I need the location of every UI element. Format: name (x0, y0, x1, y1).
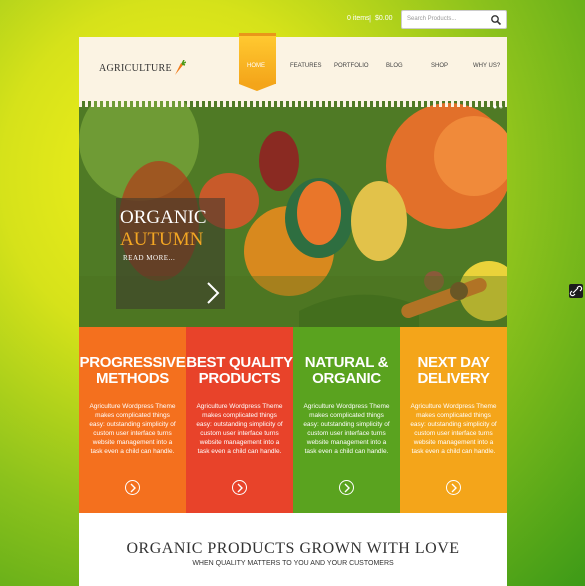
header: AGRICULTURE HOME FEATURES PORTFOLIO BLOG… (79, 33, 507, 101)
site-container: AGRICULTURE HOME FEATURES PORTFOLIO BLOG… (79, 33, 507, 586)
nav-portfolio[interactable]: PORTFOLIO (334, 63, 369, 69)
nav-active-indicator (239, 33, 276, 91)
cart-total[interactable]: $0.00 (375, 15, 393, 22)
feature-text: Agriculture Wordpress Theme makes compli… (410, 403, 497, 455)
read-more-link[interactable]: READ MORE... (123, 254, 175, 262)
carrot-icon (175, 60, 186, 75)
feature-more-button[interactable] (232, 480, 247, 495)
hero-slider[interactable]: ORGANIC AUTUMN READ MORE... (79, 101, 507, 363)
tagline-banner: ORGANIC PRODUCTS GROWN WITH LOVE WHEN QU… (79, 513, 507, 586)
nav-home[interactable]: HOME (247, 63, 265, 69)
nav-blog[interactable]: BLOG (386, 63, 403, 69)
slide-title-line1: ORGANIC (120, 207, 207, 228)
feature-title: NEXT DAY DELIVERY (417, 354, 490, 387)
feature-title: BEST QUALITY PRODUCTS (186, 354, 293, 387)
nav-shop[interactable]: SHOP (431, 63, 448, 69)
feature-text: Agriculture Wordpress Theme makes compli… (89, 403, 176, 455)
cart-separator: | (369, 14, 372, 23)
top-bar: 0 items | $0.00 Search Products... (0, 10, 585, 30)
link-icon[interactable] (569, 284, 583, 298)
hero-top-edge (79, 101, 507, 107)
nav-why-us[interactable]: WHY US? (473, 63, 500, 69)
search-icon[interactable] (490, 14, 502, 26)
feature-text: Agriculture Wordpress Theme makes compli… (196, 403, 283, 455)
feature-text: Agriculture Wordpress Theme makes compli… (303, 403, 390, 455)
tagline-title: ORGANIC PRODUCTS GROWN WITH LOVE (126, 540, 460, 557)
feature-more-button[interactable] (125, 480, 140, 495)
cart-items-count[interactable]: 0 items (347, 15, 370, 22)
feature-title: PROGRESSIVE METHODS (79, 354, 186, 387)
chevron-right-icon (451, 483, 457, 493)
nav-features[interactable]: FEATURES (290, 63, 322, 69)
slider-dots[interactable] (493, 105, 503, 109)
chain-link-icon (569, 285, 583, 297)
chevron-right-icon[interactable] (206, 281, 220, 305)
logo[interactable]: AGRICULTURE (99, 63, 172, 74)
tagline-subtitle: WHEN QUALITY MATTERS TO YOU AND YOUR CUS… (192, 560, 394, 567)
feature-more-button[interactable] (339, 480, 354, 495)
chevron-right-icon (237, 483, 243, 493)
chevron-right-icon (130, 483, 136, 493)
search-input[interactable]: Search Products... (407, 16, 456, 22)
feature-title: NATURAL & ORGANIC (304, 354, 389, 387)
chevron-right-icon (344, 483, 350, 493)
feature-more-button[interactable] (446, 480, 461, 495)
search-box[interactable]: Search Products... (401, 10, 507, 29)
slide-title-line2: AUTUMN (120, 229, 204, 250)
